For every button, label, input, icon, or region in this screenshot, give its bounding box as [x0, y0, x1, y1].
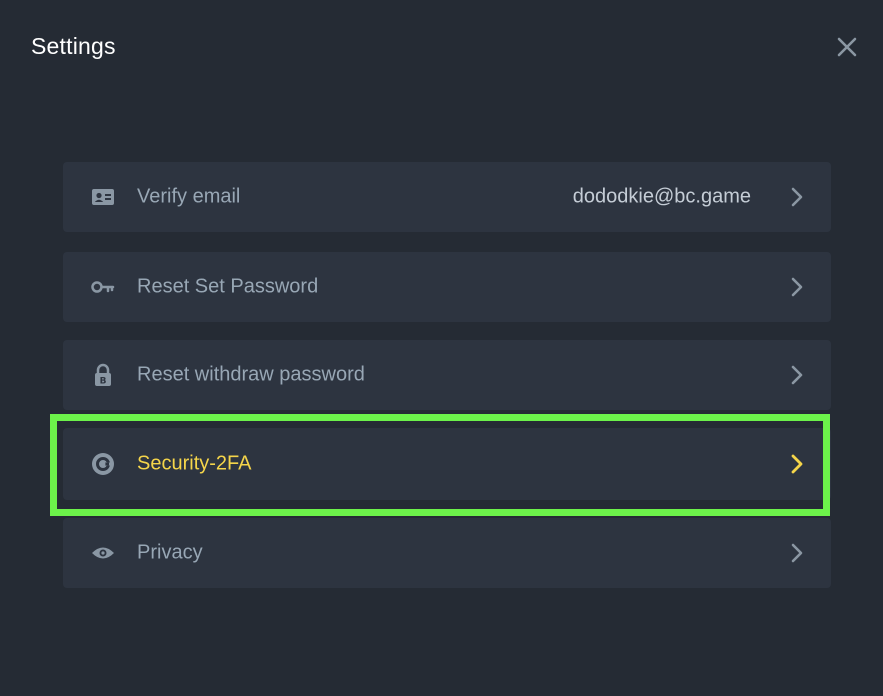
dialog-title: Settings	[31, 33, 116, 59]
chevron-right-icon	[789, 277, 805, 297]
settings-item-reset-password[interactable]: Reset Set Password	[63, 252, 831, 322]
chevron-right-icon	[789, 543, 805, 563]
chevron-right-icon	[789, 187, 805, 207]
close-button[interactable]	[833, 33, 861, 61]
chevron-right-icon	[789, 365, 805, 385]
settings-item-label: Privacy	[137, 541, 203, 564]
google-auth-icon	[91, 452, 115, 476]
settings-item-privacy[interactable]: Privacy	[63, 518, 831, 588]
settings-item-withdraw-password[interactable]: B Reset withdraw password	[63, 340, 831, 410]
key-icon	[91, 275, 115, 299]
settings-item-label: Security-2FA	[137, 452, 252, 475]
settings-dialog: Settings Verify email dododkie@bc.game R…	[0, 0, 883, 696]
id-card-icon	[91, 185, 115, 209]
email-value: dododkie@bc.game	[572, 185, 751, 208]
settings-item-security-2fa[interactable]: Security-2FA	[63, 428, 831, 500]
lock-icon: B	[91, 363, 115, 387]
svg-text:B: B	[100, 377, 107, 387]
settings-item-label: Verify email	[137, 185, 241, 208]
settings-item-label: Reset withdraw password	[137, 363, 365, 386]
eye-icon	[91, 541, 115, 565]
settings-item-label: Reset Set Password	[137, 275, 319, 298]
chevron-right-icon	[789, 454, 805, 474]
close-icon	[837, 37, 857, 57]
settings-item-verify-email[interactable]: Verify email dododkie@bc.game	[63, 162, 831, 232]
